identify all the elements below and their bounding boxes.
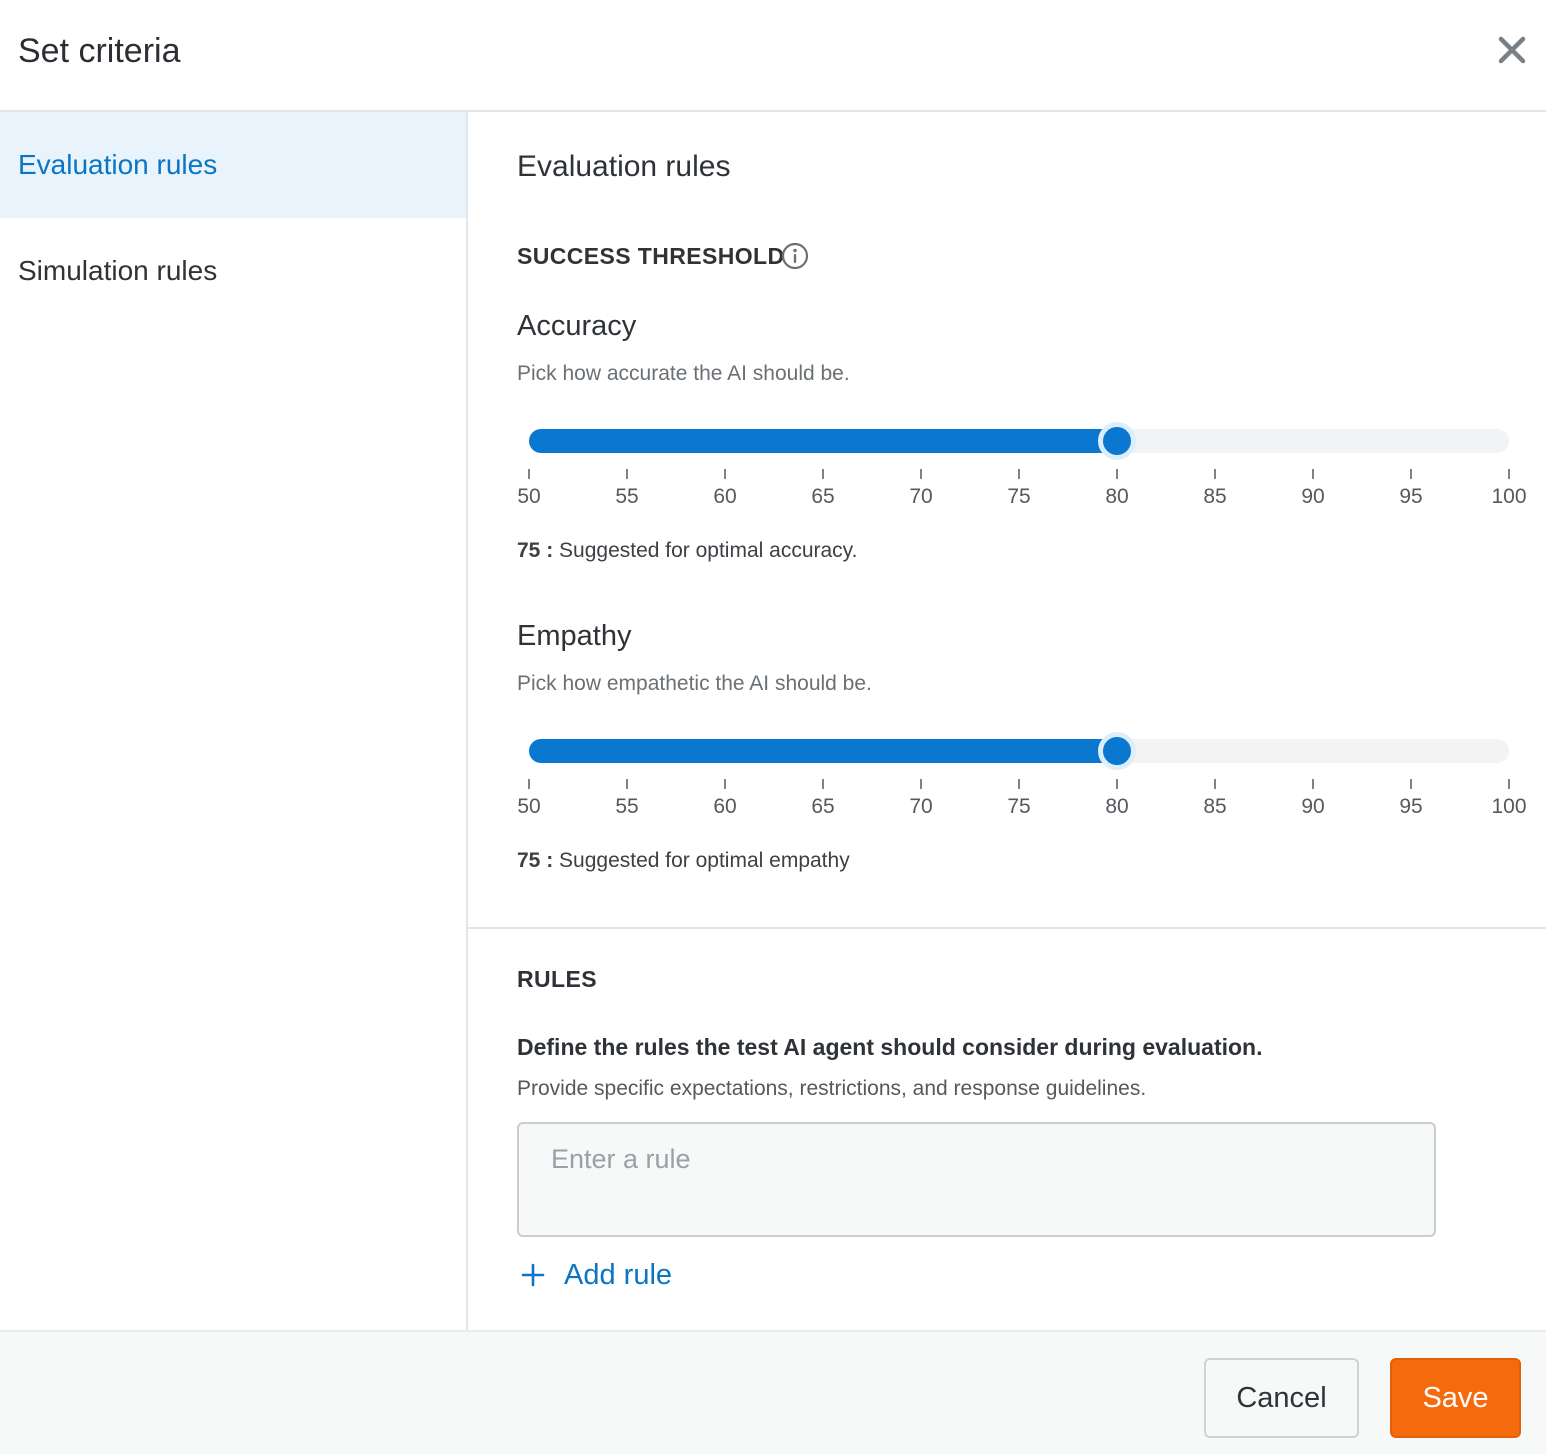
slider-tick-mark — [1410, 469, 1412, 479]
slider-tick-mark — [1312, 469, 1314, 479]
slider-tick-label: 100 — [1491, 485, 1527, 508]
slider-tick-mark — [1508, 779, 1510, 789]
slider-tick-label: 85 — [1203, 485, 1227, 508]
cancel-button[interactable]: Cancel — [1204, 1358, 1359, 1438]
slider-tick-mark — [920, 469, 922, 479]
empathy-slider-fill — [529, 739, 1127, 763]
slider-tick-label: 60 — [713, 795, 737, 818]
slider-tick-label: 95 — [1399, 795, 1423, 818]
accuracy-suggested-text: Suggested for optimal accuracy. — [553, 539, 858, 562]
section-title: Evaluation rules — [517, 150, 731, 183]
slider-tick-label: 80 — [1105, 795, 1129, 818]
rules-description: Provide specific expectations, restricti… — [517, 1077, 1147, 1100]
slider-tick-mark — [724, 469, 726, 479]
empathy-slider-thumb[interactable] — [1098, 732, 1136, 770]
rules-heading: RULES — [517, 966, 597, 992]
sidebar-item-simulation-rules[interactable]: Simulation rules — [0, 218, 466, 324]
slider-tick-label: 80 — [1105, 485, 1129, 508]
slider-tick-label: 70 — [909, 795, 933, 818]
sidebar-item-label: Evaluation rules — [18, 149, 218, 180]
slider-tick-label: 65 — [811, 795, 835, 818]
slider-tick-mark — [822, 469, 824, 479]
slider-tick-mark — [1018, 779, 1020, 789]
slider-tick-label: 90 — [1301, 485, 1325, 508]
dialog-footer: Cancel Save — [0, 1330, 1546, 1454]
sidebar: Evaluation rules Simulation rules — [0, 112, 468, 1330]
sidebar-item-evaluation-rules[interactable]: Evaluation rules — [0, 112, 466, 218]
dialog-header: Set criteria — [0, 0, 1546, 112]
slider-tick-label: 70 — [909, 485, 933, 508]
add-rule-label: Add rule — [564, 1258, 673, 1291]
slider-tick-mark — [1018, 469, 1020, 479]
slider-tick-mark — [528, 469, 530, 479]
slider-tick-label: 55 — [615, 795, 639, 818]
rules-instruction: Define the rules the test AI agent shoul… — [517, 1034, 1263, 1060]
slider-tick-mark — [1410, 779, 1412, 789]
slider-tick-label: 50 — [517, 795, 541, 818]
plus-icon — [521, 1263, 545, 1287]
slider-tick-label: 75 — [1007, 795, 1031, 818]
slider-tick-label: 65 — [811, 485, 835, 508]
empathy-suggested-value: 75 : — [517, 849, 554, 872]
accuracy-slider[interactable] — [529, 422, 1509, 460]
slider-tick-label: 60 — [713, 485, 737, 508]
dialog-title: Set criteria — [18, 32, 181, 70]
slider-tick-mark — [1214, 469, 1216, 479]
slider-tick-mark — [1214, 779, 1216, 789]
info-icon — [781, 242, 809, 270]
sidebar-item-label: Simulation rules — [18, 255, 218, 286]
empathy-slider[interactable] — [529, 732, 1509, 770]
save-button[interactable]: Save — [1390, 1358, 1521, 1438]
slider-tick-label: 100 — [1491, 795, 1527, 818]
accuracy-suggested-value: 75 : — [517, 539, 554, 562]
main-panel: Evaluation rules SUCCESS THRESHOLD Accur… — [468, 112, 1546, 1330]
close-button[interactable] — [1492, 30, 1532, 70]
slider-tick-mark — [1312, 779, 1314, 789]
empathy-description: Pick how empathetic the AI should be. — [517, 672, 872, 695]
slider-tick-label: 85 — [1203, 795, 1227, 818]
accuracy-description: Pick how accurate the AI should be. — [517, 362, 850, 385]
rule-input[interactable] — [517, 1122, 1436, 1237]
slider-tick-mark — [528, 779, 530, 789]
empathy-slider-ticks: 50 55 60 65 70 75 80 85 90 95 100 — [517, 779, 1527, 839]
slider-tick-mark — [1508, 469, 1510, 479]
section-divider — [468, 927, 1546, 929]
slider-tick-mark — [1116, 779, 1118, 789]
slider-tick-mark — [920, 779, 922, 789]
success-threshold-heading: SUCCESS THRESHOLD — [517, 243, 785, 269]
slider-tick-mark — [626, 779, 628, 789]
empathy-suggestion: 75 : Suggested for optimal empathy — [517, 849, 850, 873]
empathy-suggested-text: Suggested for optimal empathy — [553, 849, 850, 872]
accuracy-slider-thumb[interactable] — [1098, 422, 1136, 460]
slider-tick-label: 55 — [615, 485, 639, 508]
slider-tick-mark — [822, 779, 824, 789]
add-rule-button[interactable]: Add rule — [520, 1255, 672, 1295]
slider-tick-label: 75 — [1007, 485, 1031, 508]
info-button[interactable] — [780, 241, 810, 271]
slider-tick-label: 90 — [1301, 795, 1325, 818]
slider-tick-label: 95 — [1399, 485, 1423, 508]
accuracy-label: Accuracy — [517, 310, 637, 342]
slider-tick-mark — [1116, 469, 1118, 479]
accuracy-slider-ticks: 50 55 60 65 70 75 80 85 90 95 100 — [517, 469, 1527, 529]
accuracy-suggestion: 75 : Suggested for optimal accuracy. — [517, 539, 857, 563]
slider-tick-mark — [724, 779, 726, 789]
accuracy-slider-fill — [529, 429, 1127, 453]
close-icon — [1498, 36, 1526, 64]
slider-tick-label: 50 — [517, 485, 541, 508]
empathy-label: Empathy — [517, 620, 632, 652]
slider-tick-mark — [626, 469, 628, 479]
